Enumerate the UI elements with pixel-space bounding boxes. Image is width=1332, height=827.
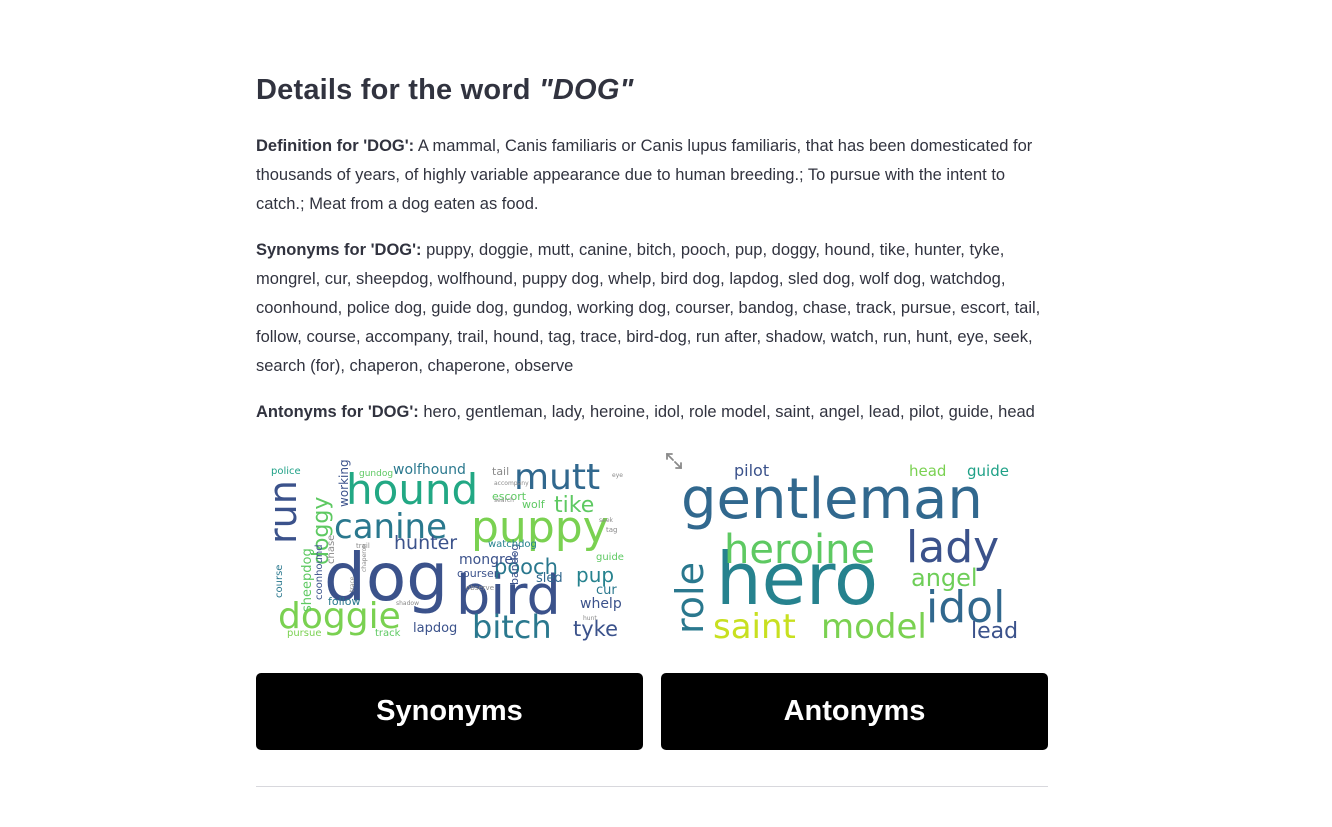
synonym-cloud-word: coonhound bbox=[314, 544, 325, 600]
synonym-cloud-word: run bbox=[261, 480, 305, 544]
title-word: "DOG" bbox=[538, 74, 634, 106]
synonym-cloud-word: search bbox=[494, 497, 514, 504]
synonym-cloud-word: tike bbox=[554, 493, 594, 518]
page-title: Details for the word "DOG" bbox=[256, 74, 634, 107]
synonym-cloud-word: pursue bbox=[287, 628, 322, 639]
synonyms-paragraph: Synonyms for 'DOG': puppy, doggie, mutt,… bbox=[256, 236, 1048, 381]
antonyms-word-cloud: gentleman hero lady heroine role idol saint mod… bbox=[661, 452, 1048, 648]
synonym-cloud-word: follow bbox=[328, 595, 360, 608]
synonym-cloud-word: gundog bbox=[359, 469, 393, 479]
synonym-cloud-word: chase bbox=[326, 535, 337, 564]
synonym-cloud-word: tail bbox=[492, 465, 509, 478]
antonyms-button[interactable]: Antonyms bbox=[661, 673, 1048, 750]
synonym-cloud-word: track bbox=[375, 628, 401, 639]
synonym-cloud-word: sheepdog bbox=[300, 548, 315, 612]
synonym-cloud-word: courser bbox=[457, 567, 499, 580]
antonym-cloud-word: head bbox=[909, 462, 946, 480]
synonym-cloud-word: wolfhound bbox=[393, 462, 466, 478]
antonyms-paragraph: Antonyms for 'DOG': hero, gentleman, lad… bbox=[256, 398, 1048, 427]
synonym-cloud-word: observe bbox=[466, 584, 494, 592]
synonym-cloud-word: chaperon bbox=[361, 544, 368, 572]
antonym-cloud-word: saint bbox=[713, 607, 796, 647]
synonyms-text: puppy, doggie, mutt, canine, bitch, pooc… bbox=[256, 241, 1041, 375]
synonym-cloud-word: shadow bbox=[396, 600, 419, 607]
antonym-cloud-word: guide bbox=[967, 462, 1009, 480]
fullscreen-expand-icon[interactable] bbox=[664, 451, 684, 471]
synonym-cloud-word: sled bbox=[536, 571, 563, 586]
synonyms-word-cloud: dog bird puppy hound mutt canine run doggie bitc… bbox=[256, 452, 643, 648]
synonym-cloud-word: trace bbox=[349, 576, 356, 592]
antonym-cloud-word: lead bbox=[971, 619, 1018, 644]
antonym-cloud-word: pilot bbox=[734, 461, 769, 480]
synonym-cloud-word: seek bbox=[599, 517, 614, 524]
synonym-cloud-word: eye bbox=[612, 472, 623, 479]
antonym-cloud-word: model bbox=[821, 607, 927, 647]
synonym-cloud-word: mutt bbox=[514, 457, 600, 498]
synonym-cloud-word: police bbox=[271, 466, 301, 477]
divider bbox=[256, 786, 1048, 787]
antonym-cloud-word: angel bbox=[911, 564, 978, 592]
synonym-cloud-word: guide bbox=[596, 552, 624, 563]
synonym-cloud-word: hunt bbox=[583, 615, 597, 622]
synonym-cloud-word: whelp bbox=[580, 596, 622, 612]
synonym-cloud-word: cur bbox=[596, 583, 617, 598]
synonym-cloud-word: lapdog bbox=[413, 621, 457, 636]
synonym-cloud-word: wolf bbox=[522, 498, 546, 511]
antonym-cloud-word: role bbox=[668, 562, 712, 634]
antonym-cloud-word: heroine bbox=[724, 527, 875, 573]
synonym-cloud-word: working bbox=[337, 459, 351, 507]
antonyms-label: Antonyms for 'DOG': bbox=[256, 403, 419, 421]
synonyms-label: Synonyms for 'DOG': bbox=[256, 241, 422, 259]
antonyms-text: hero, gentleman, lady, heroine, idol, ro… bbox=[418, 403, 1035, 421]
synonym-cloud-word: accompany bbox=[494, 480, 529, 487]
title-prefix: Details for the word bbox=[256, 74, 539, 106]
synonyms-button[interactable]: Synonyms bbox=[256, 673, 643, 750]
synonym-cloud-word: course bbox=[274, 565, 285, 598]
synonym-cloud-word: bitch bbox=[472, 608, 552, 646]
definition-paragraph: Definition for 'DOG': A mammal, Canis fa… bbox=[256, 132, 1048, 219]
synonym-cloud-word: tag bbox=[606, 526, 617, 534]
definition-label: Definition for 'DOG': bbox=[256, 137, 415, 155]
synonym-cloud-word: hunter bbox=[394, 532, 457, 554]
synonym-cloud-word: watchdog bbox=[488, 539, 537, 550]
